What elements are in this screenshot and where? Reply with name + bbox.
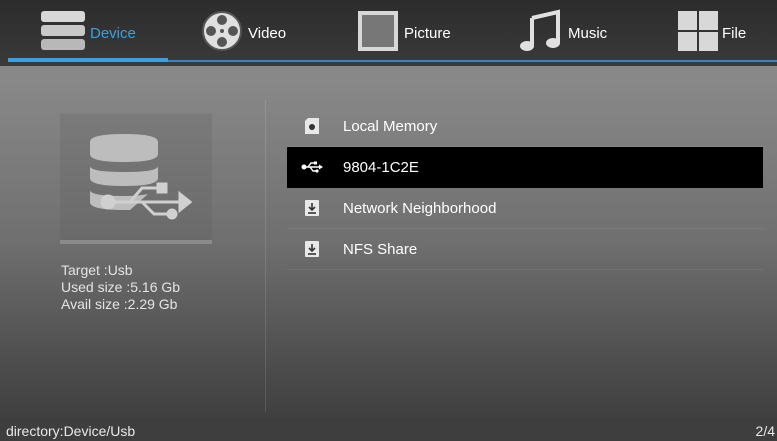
network-share-icon [301, 199, 323, 217]
tab-video[interactable]: Video [200, 8, 286, 58]
tab-music-label: Music [568, 24, 608, 42]
list-item-nfs-share[interactable]: NFS Share [287, 229, 763, 270]
list-item-label: Network Neighborhood [343, 199, 497, 217]
tab-device-label: Device [90, 24, 136, 42]
list-item-local-memory[interactable]: Local Memory [287, 106, 763, 147]
database-icon [40, 9, 86, 58]
tab-picture[interactable]: Picture [356, 8, 451, 58]
music-note-icon [518, 8, 564, 59]
device-used-size: Used size :5.16 Gb [61, 279, 181, 295]
list-item-network-neighborhood[interactable]: Network Neighborhood [287, 188, 763, 229]
grid-icon [678, 10, 718, 56]
panel-divider [265, 100, 266, 412]
film-reel-icon [200, 9, 244, 58]
nfs-share-icon [301, 240, 323, 258]
device-info: Target :Usb Used size :5.16 Gb Avail siz… [61, 262, 180, 313]
status-bar: directory:Device/Usb 2/4 [0, 418, 777, 441]
device-list: Local Memory 9804-1C2E Network Neighborh [287, 106, 763, 270]
tab-music[interactable]: Music [518, 8, 607, 58]
device-image [60, 114, 212, 244]
tab-device[interactable]: Device [40, 8, 136, 58]
tab-file[interactable]: File [678, 8, 746, 58]
active-tab-indicator [8, 58, 168, 62]
list-item-label: NFS Share [343, 240, 418, 258]
picture-frame-icon [356, 9, 400, 58]
usb-database-icon [60, 134, 212, 244]
list-item-label: 9804-1C2E [343, 158, 419, 176]
device-avail-size: Avail size :2.29 Gb [61, 296, 178, 312]
sd-card-icon [301, 117, 323, 135]
top-tab-bar: Device Video Picture Music File [0, 0, 777, 66]
tab-file-label: File [722, 24, 747, 42]
list-item-label: Local Memory [343, 117, 438, 135]
page-indicator: 2/4 [755, 423, 775, 439]
directory-path: directory:Device/Usb [6, 423, 136, 439]
list-item-usb[interactable]: 9804-1C2E [287, 147, 763, 188]
device-target: Target :Usb [61, 262, 133, 278]
usb-icon [301, 158, 323, 176]
tab-picture-label: Picture [404, 24, 451, 42]
tab-video-label: Video [248, 24, 287, 42]
